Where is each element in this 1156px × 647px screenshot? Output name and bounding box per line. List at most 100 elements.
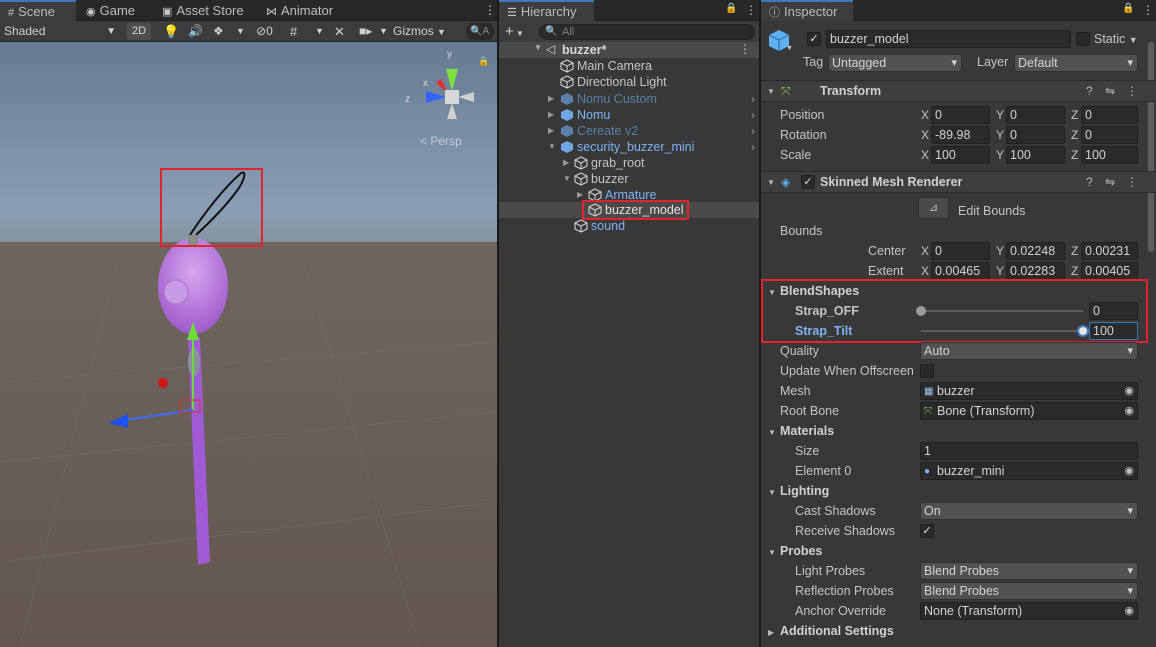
persp-label[interactable]: < Persp <box>420 134 462 148</box>
expand-arrow-icon[interactable]: ▶ <box>563 155 569 171</box>
chevron-right-icon[interactable]: › <box>751 139 755 155</box>
cast-shadows-dropdown[interactable]: On <box>920 502 1138 520</box>
position-z-field[interactable]: 0 <box>1081 106 1138 124</box>
collapse-arrow-icon[interactable]: ▼ <box>768 488 776 497</box>
hierarchy-item[interactable]: ▶ Nomu Custom › <box>499 91 759 107</box>
root-bone-field[interactable]: ⤧ Bone (Transform) ◉ <box>920 402 1138 420</box>
collapse-arrow-icon[interactable]: ▼ <box>548 139 556 155</box>
effects-dropdown-icon[interactable]: ▼ <box>236 23 245 40</box>
grid-toggle-icon[interactable]: # <box>290 23 297 40</box>
rotation-x-field[interactable]: -89.98 <box>931 126 990 144</box>
collapse-arrow-icon[interactable]: ▼ <box>767 81 775 102</box>
static-checkbox[interactable] <box>1076 32 1090 46</box>
camera-dropdown-icon[interactable]: ▼ <box>379 23 388 40</box>
expand-arrow-icon[interactable]: ▶ <box>768 628 774 637</box>
receive-shadows-checkbox[interactable]: ✓ <box>920 524 934 538</box>
edit-bounds-button[interactable]: ⊿ <box>918 197 949 219</box>
scrollbar-thumb[interactable] <box>1148 42 1154 252</box>
transform-header[interactable]: ▼ ⤧ Transform ? ⇋ ⋮ <box>761 80 1156 102</box>
tag-dropdown[interactable]: Untagged <box>828 54 962 72</box>
component-menu-icon[interactable]: ⋮ <box>1126 172 1144 193</box>
grid-dropdown-icon[interactable]: ▼ <box>315 23 324 40</box>
lighting-toggle-icon[interactable]: 💡 <box>163 23 179 40</box>
static-dropdown[interactable]: Static ▼ <box>1094 32 1138 46</box>
toggle-2d-button[interactable]: 2D <box>127 23 151 40</box>
mesh-field[interactable]: ▦ buzzer ◉ <box>920 382 1138 400</box>
hierarchy-item[interactable]: sound <box>499 218 759 234</box>
hierarchy-item[interactable]: ▶ Nomu › <box>499 107 759 123</box>
hidden-objects-icon[interactable]: ⊘0 <box>256 23 273 40</box>
hierarchy-item[interactable]: Directional Light <box>499 74 759 90</box>
extent-x-field[interactable]: 0.00465 <box>931 262 990 280</box>
scene-search-input[interactable]: 🔍A <box>466 23 494 40</box>
extent-z-field[interactable]: 0.00405 <box>1081 262 1138 280</box>
center-x-field[interactable]: 0 <box>931 242 990 260</box>
position-y-field[interactable]: 0 <box>1006 106 1065 124</box>
effects-toggle-icon[interactable]: ❖ <box>213 23 224 40</box>
component-presets-icon[interactable]: ⇋ <box>1105 172 1121 193</box>
center-y-field[interactable]: 0.02248 <box>1006 242 1065 260</box>
active-checkbox[interactable]: ✓ <box>807 32 821 46</box>
collapse-arrow-icon[interactable]: ▼ <box>768 548 776 557</box>
light-probes-dropdown[interactable]: Blend Probes <box>920 562 1138 580</box>
inspector-scrollbar[interactable] <box>1146 42 1156 647</box>
chevron-right-icon[interactable]: › <box>751 107 755 123</box>
tab-inspector[interactable]: ⓘ Inspector <box>761 0 853 21</box>
object-picker-icon[interactable]: ◉ <box>1124 403 1134 419</box>
component-presets-icon[interactable]: ⇋ <box>1105 81 1121 102</box>
lock-icon[interactable]: 🔒 <box>478 56 489 67</box>
hierarchy-item[interactable]: ▶ grab_root <box>499 155 759 171</box>
center-z-field[interactable]: 0.00231 <box>1081 242 1138 260</box>
reflection-probes-dropdown[interactable]: Blend Probes <box>920 582 1138 600</box>
extent-y-field[interactable]: 0.02283 <box>1006 262 1065 280</box>
update-offscreen-checkbox[interactable] <box>920 364 934 378</box>
scale-z-field[interactable]: 100 <box>1081 146 1138 164</box>
smr-enabled-checkbox[interactable]: ✓ <box>801 175 815 189</box>
lock-icon[interactable]: 🔒 <box>725 3 737 14</box>
tab-game[interactable]: ◉ Game <box>78 0 160 21</box>
hierarchy-item[interactable]: Main Camera <box>499 58 759 74</box>
hierarchy-item[interactable]: ▶ Cereate v2 › <box>499 123 759 139</box>
position-x-field[interactable]: 0 <box>931 106 990 124</box>
quality-dropdown[interactable]: Auto <box>920 342 1138 360</box>
object-picker-icon[interactable]: ◉ <box>1124 383 1134 399</box>
object-picker-icon[interactable]: ◉ <box>1124 463 1134 479</box>
smr-header[interactable]: ▼ ◈ ✓ Skinned Mesh Renderer ? ⇋ ⋮ <box>761 171 1156 193</box>
tools-icon[interactable]: ✕ <box>334 23 345 40</box>
anchor-override-field[interactable]: None (Transform) ◉ <box>920 602 1138 620</box>
rotation-z-field[interactable]: 0 <box>1081 126 1138 144</box>
scene-menu-icon[interactable]: ⋮ <box>484 3 496 17</box>
tab-hierarchy[interactable]: ☰ Hierarchy <box>499 0 594 21</box>
collapse-arrow-icon[interactable]: ▼ <box>768 428 776 437</box>
component-help-icon[interactable]: ? <box>1086 81 1099 102</box>
hierarchy-menu-icon[interactable]: ⋮ <box>745 3 757 17</box>
scene-root-row[interactable]: ▼ ◁ buzzer* ⋮ <box>499 42 759 58</box>
object-name-input[interactable]: buzzer_model <box>826 30 1071 48</box>
scale-x-field[interactable]: 100 <box>931 146 990 164</box>
inspector-menu-icon[interactable]: ⋮ <box>1142 3 1154 17</box>
icon-dropdown-icon[interactable]: ▼ <box>786 45 793 52</box>
camera-icon[interactable]: ■▸ <box>359 23 372 40</box>
tab-animator[interactable]: ⋈ Animator <box>258 0 358 21</box>
hierarchy-item[interactable]: ▼ buzzer <box>499 171 759 187</box>
tab-scene[interactable]: # Scene <box>0 0 76 21</box>
collapse-arrow-icon[interactable]: ▼ <box>767 172 775 193</box>
expand-arrow-icon[interactable]: ▶ <box>548 123 554 139</box>
scene-viewport[interactable]: y x z 🔒 < Persp <box>0 42 497 647</box>
expand-arrow-icon[interactable]: ▼ <box>534 43 542 52</box>
scene-menu-icon[interactable]: ⋮ <box>739 42 751 56</box>
collapse-arrow-icon[interactable]: ▼ <box>563 171 571 187</box>
chevron-right-icon[interactable]: › <box>751 91 755 107</box>
audio-toggle-icon[interactable]: 🔊 <box>188 23 203 40</box>
layer-dropdown[interactable]: Default <box>1014 54 1138 72</box>
shading-dropdown[interactable]: Shaded ▼ <box>4 23 118 40</box>
add-button[interactable]: + ▼ <box>505 23 524 40</box>
hierarchy-item[interactable]: ▼ security_buzzer_mini › <box>499 139 759 155</box>
scale-y-field[interactable]: 100 <box>1006 146 1065 164</box>
chevron-right-icon[interactable]: › <box>751 123 755 139</box>
tab-asset-store[interactable]: ▣ Asset Store <box>154 0 256 21</box>
lock-icon[interactable]: 🔒 <box>1122 3 1134 14</box>
component-help-icon[interactable]: ? <box>1086 172 1099 193</box>
rotation-y-field[interactable]: 0 <box>1006 126 1065 144</box>
component-menu-icon[interactable]: ⋮ <box>1126 81 1144 102</box>
